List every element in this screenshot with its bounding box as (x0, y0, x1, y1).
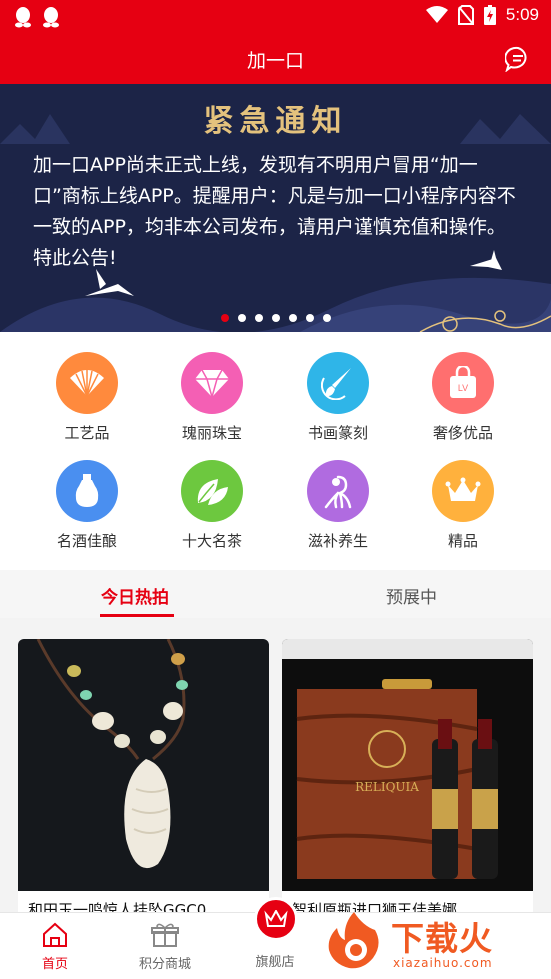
wine-icon (75, 474, 99, 507)
tea-leaf-icon (197, 479, 228, 505)
crown-icon (445, 477, 481, 501)
herb-icon (324, 475, 352, 509)
category-icon-bg (56, 352, 118, 414)
status-time: 5:09 (505, 5, 539, 24)
home-icon (43, 922, 67, 947)
svg-text:LV: LV (458, 383, 468, 393)
watermark-text: 下载火 (391, 919, 493, 958)
crown-icon (264, 910, 288, 927)
carousel-dot[interactable] (237, 314, 246, 322)
category-label: 名酒佳酿 (56, 532, 117, 550)
category-item-jewelry[interactable]: 瑰丽珠宝 (152, 352, 272, 443)
brush-icon (321, 368, 351, 400)
nav-points-mall[interactable]: 积分商城 (120, 921, 210, 972)
category-label: 书画篆刻 (307, 424, 368, 442)
category-label: 精品 (447, 532, 478, 550)
category-label: 十大名茶 (181, 532, 242, 550)
category-item-crafts[interactable]: 工艺品 (27, 352, 147, 443)
notice-banner[interactable]: 紧急通知 加一口APP尚未正式上线，发现有不明用户冒用“加一口”商标上线APP。… (0, 84, 551, 332)
watermark-sub: xiazaihuo.com (393, 956, 493, 970)
auction-tabs: 今日热拍 预展中 (0, 570, 551, 618)
category-label: 奢侈优品 (432, 424, 493, 442)
wine-gift-box-image: RELIQUIA (282, 639, 533, 891)
category-grid: 工艺品 瑰丽珠宝 书画篆刻 LV 奢侈优品 名酒佳酿 十大名茶 滋补养生 精品 (0, 332, 551, 570)
category-label: 瑰丽珠宝 (181, 424, 242, 442)
tab-today-hot[interactable]: 今日热拍 (101, 583, 169, 608)
qq-penguin-icon (43, 7, 59, 28)
fan-icon (70, 370, 104, 397)
category-item-calligraphy[interactable]: 书画篆刻 (278, 352, 398, 443)
app-header: 加一口 (0, 34, 551, 84)
status-bar: 5:09 (0, 0, 551, 34)
nav-label: 首页 (41, 957, 68, 972)
wifi-icon (425, 6, 448, 23)
watermark-logo: 下载火 xiazaihuo.com (323, 908, 543, 976)
page-title: 加一口 (246, 50, 304, 72)
category-icon-bg (307, 460, 369, 522)
banner-heading: 紧急通知 (203, 104, 348, 139)
active-tab-indicator (100, 614, 174, 617)
category-item-health[interactable]: 滋补养生 (278, 460, 398, 551)
product-card[interactable]: 和田玉一鸣惊人挂坠GGC0 (18, 639, 269, 912)
carousel-dot[interactable] (254, 314, 263, 322)
diamond-icon (195, 369, 229, 398)
battery-charging-icon (483, 5, 496, 25)
tab-preview[interactable]: 预展中 (386, 583, 437, 608)
category-item-wine[interactable]: 名酒佳酿 (27, 460, 147, 551)
category-item-premium[interactable]: 精品 (403, 460, 523, 551)
message-icon[interactable] (505, 46, 531, 72)
category-icon-bg (307, 352, 369, 414)
category-item-luxury[interactable]: LV 奢侈优品 (403, 352, 523, 443)
product-card[interactable]: RELIQUIA 智利原瓶进口狮王佳美娜 (282, 639, 533, 912)
carousel-indicator[interactable] (0, 314, 551, 322)
carousel-dot[interactable] (322, 314, 331, 322)
fire-logo-icon (328, 912, 379, 969)
category-icon-bg (181, 352, 243, 414)
category-label: 滋补养生 (307, 532, 368, 550)
carousel-dot[interactable] (271, 314, 280, 322)
carousel-dot[interactable] (220, 314, 229, 322)
category-icon-bg (56, 460, 118, 522)
category-icon-bg (432, 460, 494, 522)
flagship-store-button[interactable] (254, 897, 298, 941)
gift-icon (151, 923, 179, 947)
jade-pendant-image (18, 639, 269, 891)
category-label: 工艺品 (64, 424, 110, 442)
product-list: 和田玉一鸣惊人挂坠GGC0 RELIQUIA 智利原瓶进口狮王佳美娜 (0, 618, 551, 912)
bag-icon: LV (450, 366, 476, 398)
banner-notice-text: 加一口APP尚未正式上线，发现有不明用户冒用“加一口”商标上线APP。提醒用户：… (33, 154, 516, 269)
category-item-tea[interactable]: 十大名茶 (152, 460, 272, 551)
nav-flagship-store[interactable]: 旗舰店 (230, 951, 320, 970)
carousel-dot[interactable] (288, 314, 297, 322)
box-brand-text: RELIQUIA (355, 780, 419, 794)
nav-label: 积分商城 (138, 957, 191, 972)
category-icon-bg (181, 460, 243, 522)
category-icon-bg: LV (432, 352, 494, 414)
no-sim-icon (457, 5, 474, 25)
nav-home[interactable]: 首页 (10, 921, 100, 972)
qq-penguin-icon (15, 7, 31, 28)
product-title: 和田玉一鸣惊人挂坠GGC0 (28, 901, 207, 912)
carousel-dot[interactable] (305, 314, 314, 322)
